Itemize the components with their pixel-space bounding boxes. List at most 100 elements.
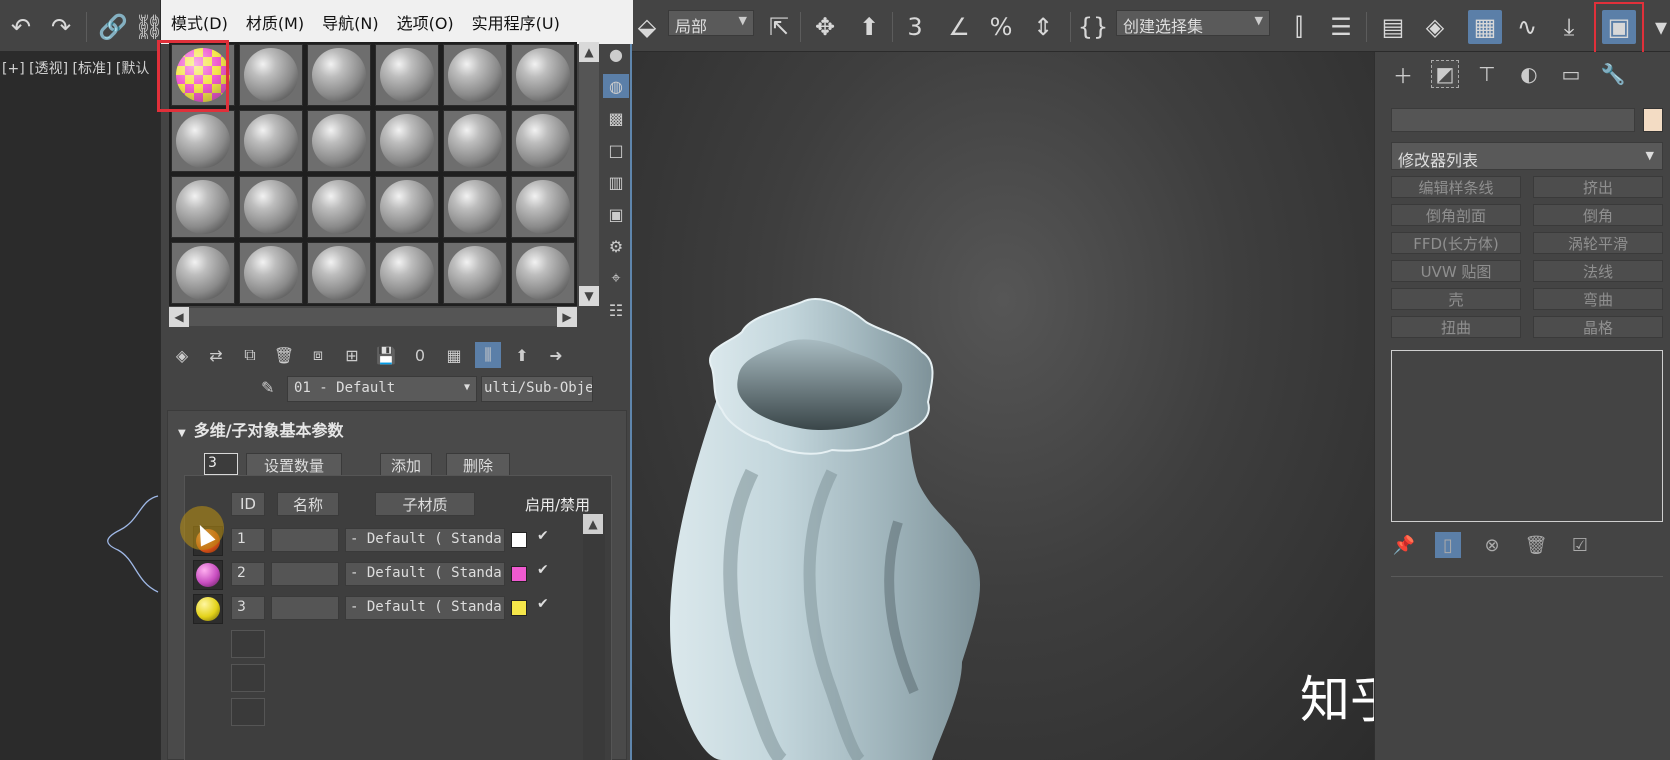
set-number-button[interactable]: 设置数量 (246, 453, 342, 477)
object-name-field[interactable] (1391, 108, 1635, 132)
go-to-parent-icon[interactable]: ⬆ (509, 342, 535, 368)
sample-slot[interactable] (511, 176, 575, 238)
name-field[interactable] (271, 562, 339, 586)
submaterial-button[interactable]: - Default ( Standard (345, 596, 505, 620)
options-icon[interactable]: ⚙ (603, 234, 629, 258)
modifier-button[interactable]: 涡轮平滑 (1533, 232, 1663, 254)
angle-snap-icon[interactable]: ∠ (942, 10, 976, 44)
name-field[interactable] (271, 528, 339, 552)
material-type-button[interactable]: ulti/Sub-Objec (481, 376, 593, 402)
get-material-icon[interactable]: ◈ (169, 342, 195, 368)
named-selection-icon[interactable]: {} (1076, 10, 1110, 44)
name-field[interactable] (271, 596, 339, 620)
submaterial-preview[interactable] (193, 594, 223, 624)
snap-3d-icon[interactable]: 3 (898, 10, 932, 44)
select-move-icon[interactable]: ✥ (808, 10, 842, 44)
modifier-button[interactable]: 挤出 (1533, 176, 1663, 198)
utilities-tab-icon[interactable]: 🔧 (1599, 60, 1627, 88)
enable-checkbox[interactable]: ✔ (537, 596, 549, 612)
sample-slot[interactable] (239, 110, 303, 172)
add-button[interactable]: 添加 (380, 453, 432, 477)
put-to-library-icon[interactable]: 💾 (373, 342, 399, 368)
align-icon[interactable]: ☰ (1324, 10, 1358, 44)
modifier-button[interactable]: 扭曲 (1391, 316, 1521, 338)
make-unique-icon[interactable]: ⊗ (1479, 532, 1505, 558)
menu-mode[interactable]: 模式(D) (171, 10, 228, 34)
color-swatch[interactable] (511, 532, 527, 548)
sample-slot[interactable] (511, 44, 575, 106)
sample-slot[interactable] (375, 110, 439, 172)
percent-snap-icon[interactable]: % (984, 10, 1018, 44)
sort-by-name-button[interactable]: 名称 (277, 492, 339, 516)
enable-checkbox[interactable]: ✔ (537, 562, 549, 578)
motion-tab-icon[interactable]: ◐ (1515, 60, 1543, 88)
modifier-button[interactable]: 弯曲 (1533, 288, 1663, 310)
hierarchy-tab-icon[interactable]: ⊤ (1473, 60, 1501, 88)
modifier-button[interactable]: 倒角 (1533, 204, 1663, 226)
configure-modifier-sets-icon[interactable]: ☑ (1567, 532, 1593, 558)
selection-set-dropdown[interactable]: 创建选择集 ▼ (1116, 10, 1270, 36)
sample-slot[interactable] (443, 242, 507, 304)
put-to-scene-icon[interactable]: ⇄ (203, 342, 229, 368)
scroll-up-icon[interactable]: ▲ (579, 42, 599, 62)
link-icon[interactable]: 🔗 (96, 10, 130, 44)
pivot-center-icon[interactable]: ⇱ (762, 10, 796, 44)
show-end-result-icon[interactable]: ⫼ (475, 342, 501, 368)
display-tab-icon[interactable]: ▭ (1557, 60, 1585, 88)
eyedropper-icon[interactable]: ✎ (261, 378, 274, 397)
color-swatch[interactable] (511, 566, 527, 582)
create-tab-icon[interactable]: ＋ (1389, 60, 1417, 88)
chevron-down-icon[interactable]: ▾ (1644, 10, 1670, 44)
sample-slot[interactable] (511, 110, 575, 172)
material-id-channel-icon[interactable]: 0 (407, 342, 433, 368)
material-map-navigator-icon[interactable]: ☷ (603, 298, 629, 322)
sample-slot[interactable] (171, 242, 235, 304)
show-end-result-icon[interactable]: ▯ (1435, 532, 1461, 558)
enable-checkbox[interactable]: ✔ (537, 528, 549, 544)
menu-navigation[interactable]: 导航(N) (322, 10, 378, 34)
id-field[interactable]: 2 (231, 562, 265, 586)
menu-utilities[interactable]: 实用程序(U) (472, 10, 560, 34)
perspective-viewport[interactable] (632, 52, 1374, 760)
scroll-up-icon[interactable]: ▲ (583, 514, 603, 534)
sort-by-id-button[interactable]: ID (231, 492, 265, 516)
modifier-button[interactable]: 倒角剖面 (1391, 204, 1521, 226)
sample-slot[interactable] (375, 242, 439, 304)
mirror-icon[interactable]: ⫿ (1282, 10, 1316, 44)
sample-uv-tiling-icon[interactable]: □ (603, 138, 629, 162)
material-name-dropdown[interactable]: 01 - Default ▼ (287, 376, 477, 402)
ribbon-icon[interactable]: ▦ (1468, 10, 1502, 44)
sample-slot[interactable] (443, 176, 507, 238)
sort-by-submaterial-button[interactable]: 子材质 (375, 492, 475, 516)
submaterial-preview[interactable] (193, 560, 223, 590)
layer-explorer-icon[interactable]: ◈ (1418, 10, 1452, 44)
submaterial-button[interactable]: - Default ( Standard (345, 562, 505, 586)
make-copy-icon[interactable]: ⧈ (305, 342, 331, 368)
pin-stack-icon[interactable]: 📌 (1391, 532, 1417, 558)
modifier-list-dropdown[interactable]: 修改器列表 ▼ (1391, 142, 1663, 170)
slots-horizontal-scrollbar[interactable]: ◀ ▶ (169, 307, 577, 327)
material-count-field[interactable]: 3 (204, 453, 238, 475)
assign-to-selection-icon[interactable]: ⧉ (237, 342, 263, 368)
table-scrollbar[interactable]: ▲ (583, 514, 605, 760)
remove-modifier-icon[interactable]: 🗑 (1523, 532, 1549, 558)
sample-slot[interactable] (239, 44, 303, 106)
id-field[interactable]: 1 (231, 528, 265, 552)
video-color-check-icon[interactable]: ▥ (603, 170, 629, 194)
scroll-down-icon[interactable]: ▼ (579, 286, 599, 306)
modifier-button[interactable]: 壳 (1391, 288, 1521, 310)
scroll-right-icon[interactable]: ▶ (557, 307, 577, 327)
show-shaded-material-icon[interactable]: ▦ (441, 342, 467, 368)
slots-vertical-scrollbar[interactable]: ▲ ▼ (579, 42, 599, 306)
place-icon[interactable]: ⬆ (852, 10, 886, 44)
undo-icon[interactable]: ↶ (4, 10, 38, 44)
modifier-button[interactable]: 编辑样条线 (1391, 176, 1521, 198)
make-preview-icon[interactable]: ▣ (603, 202, 629, 226)
modifier-button[interactable]: UVW 贴图 (1391, 260, 1521, 282)
viewport-label[interactable]: [+] [透视] [标准] [默认 (2, 58, 149, 78)
reset-map-icon[interactable]: 🗑 (271, 342, 297, 368)
select-link-icon[interactable]: ⬙ (630, 10, 664, 44)
sample-slot[interactable] (307, 176, 371, 238)
background-icon[interactable]: ▩ (603, 106, 629, 130)
rollout-header[interactable]: ▼ 多维/子对象基本参数 (178, 417, 344, 441)
